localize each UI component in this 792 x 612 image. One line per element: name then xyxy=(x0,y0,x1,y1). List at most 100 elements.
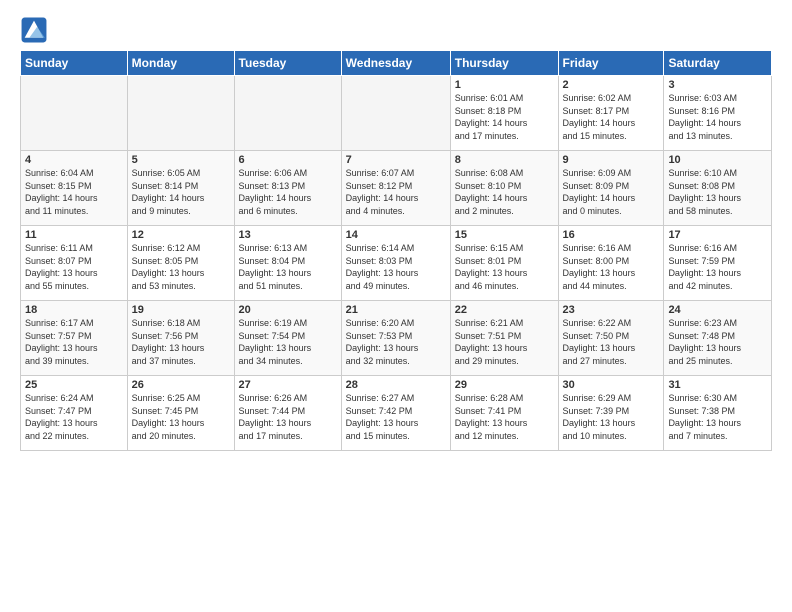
day-number: 3 xyxy=(668,79,767,91)
day-number: 5 xyxy=(132,154,230,166)
day-number: 12 xyxy=(132,229,230,241)
page: SundayMondayTuesdayWednesdayThursdayFrid… xyxy=(0,0,792,461)
calendar-cell: 21Sunrise: 6:20 AM Sunset: 7:53 PM Dayli… xyxy=(341,301,450,376)
day-info: Sunrise: 6:03 AM Sunset: 8:16 PM Dayligh… xyxy=(668,92,767,142)
calendar-cell xyxy=(127,76,234,151)
calendar-cell xyxy=(21,76,128,151)
day-info: Sunrise: 6:21 AM Sunset: 7:51 PM Dayligh… xyxy=(455,317,554,367)
day-number: 9 xyxy=(563,154,660,166)
header xyxy=(20,16,772,44)
day-number: 31 xyxy=(668,379,767,391)
day-info: Sunrise: 6:01 AM Sunset: 8:18 PM Dayligh… xyxy=(455,92,554,142)
calendar-cell: 2Sunrise: 6:02 AM Sunset: 8:17 PM Daylig… xyxy=(558,76,664,151)
day-number: 14 xyxy=(346,229,446,241)
day-number: 4 xyxy=(25,154,123,166)
day-info: Sunrise: 6:07 AM Sunset: 8:12 PM Dayligh… xyxy=(346,167,446,217)
calendar-cell: 14Sunrise: 6:14 AM Sunset: 8:03 PM Dayli… xyxy=(341,226,450,301)
day-number: 29 xyxy=(455,379,554,391)
day-number: 26 xyxy=(132,379,230,391)
day-info: Sunrise: 6:10 AM Sunset: 8:08 PM Dayligh… xyxy=(668,167,767,217)
calendar-cell: 27Sunrise: 6:26 AM Sunset: 7:44 PM Dayli… xyxy=(234,376,341,451)
weekday-thursday: Thursday xyxy=(450,51,558,76)
calendar-cell: 24Sunrise: 6:23 AM Sunset: 7:48 PM Dayli… xyxy=(664,301,772,376)
week-row-0: 1Sunrise: 6:01 AM Sunset: 8:18 PM Daylig… xyxy=(21,76,772,151)
calendar-cell: 3Sunrise: 6:03 AM Sunset: 8:16 PM Daylig… xyxy=(664,76,772,151)
day-number: 24 xyxy=(668,304,767,316)
day-number: 20 xyxy=(239,304,337,316)
calendar-cell: 18Sunrise: 6:17 AM Sunset: 7:57 PM Dayli… xyxy=(21,301,128,376)
day-number: 23 xyxy=(563,304,660,316)
weekday-saturday: Saturday xyxy=(664,51,772,76)
day-info: Sunrise: 6:29 AM Sunset: 7:39 PM Dayligh… xyxy=(563,392,660,442)
calendar-cell: 1Sunrise: 6:01 AM Sunset: 8:18 PM Daylig… xyxy=(450,76,558,151)
calendar-cell: 22Sunrise: 6:21 AM Sunset: 7:51 PM Dayli… xyxy=(450,301,558,376)
day-info: Sunrise: 6:28 AM Sunset: 7:41 PM Dayligh… xyxy=(455,392,554,442)
weekday-friday: Friday xyxy=(558,51,664,76)
day-info: Sunrise: 6:02 AM Sunset: 8:17 PM Dayligh… xyxy=(563,92,660,142)
weekday-sunday: Sunday xyxy=(21,51,128,76)
day-number: 1 xyxy=(455,79,554,91)
day-info: Sunrise: 6:25 AM Sunset: 7:45 PM Dayligh… xyxy=(132,392,230,442)
calendar-cell xyxy=(234,76,341,151)
day-number: 17 xyxy=(668,229,767,241)
day-number: 10 xyxy=(668,154,767,166)
day-info: Sunrise: 6:23 AM Sunset: 7:48 PM Dayligh… xyxy=(668,317,767,367)
calendar-cell: 9Sunrise: 6:09 AM Sunset: 8:09 PM Daylig… xyxy=(558,151,664,226)
day-info: Sunrise: 6:30 AM Sunset: 7:38 PM Dayligh… xyxy=(668,392,767,442)
day-info: Sunrise: 6:06 AM Sunset: 8:13 PM Dayligh… xyxy=(239,167,337,217)
day-info: Sunrise: 6:16 AM Sunset: 7:59 PM Dayligh… xyxy=(668,242,767,292)
calendar-cell: 15Sunrise: 6:15 AM Sunset: 8:01 PM Dayli… xyxy=(450,226,558,301)
day-info: Sunrise: 6:11 AM Sunset: 8:07 PM Dayligh… xyxy=(25,242,123,292)
day-number: 16 xyxy=(563,229,660,241)
calendar-cell: 29Sunrise: 6:28 AM Sunset: 7:41 PM Dayli… xyxy=(450,376,558,451)
calendar-cell: 20Sunrise: 6:19 AM Sunset: 7:54 PM Dayli… xyxy=(234,301,341,376)
weekday-tuesday: Tuesday xyxy=(234,51,341,76)
weekday-wednesday: Wednesday xyxy=(341,51,450,76)
weekday-monday: Monday xyxy=(127,51,234,76)
day-number: 30 xyxy=(563,379,660,391)
logo-icon xyxy=(20,16,48,44)
calendar: SundayMondayTuesdayWednesdayThursdayFrid… xyxy=(20,50,772,451)
day-info: Sunrise: 6:27 AM Sunset: 7:42 PM Dayligh… xyxy=(346,392,446,442)
calendar-cell: 25Sunrise: 6:24 AM Sunset: 7:47 PM Dayli… xyxy=(21,376,128,451)
calendar-cell xyxy=(341,76,450,151)
day-info: Sunrise: 6:12 AM Sunset: 8:05 PM Dayligh… xyxy=(132,242,230,292)
day-number: 19 xyxy=(132,304,230,316)
day-info: Sunrise: 6:26 AM Sunset: 7:44 PM Dayligh… xyxy=(239,392,337,442)
day-number: 8 xyxy=(455,154,554,166)
day-info: Sunrise: 6:09 AM Sunset: 8:09 PM Dayligh… xyxy=(563,167,660,217)
week-row-2: 11Sunrise: 6:11 AM Sunset: 8:07 PM Dayli… xyxy=(21,226,772,301)
calendar-cell: 5Sunrise: 6:05 AM Sunset: 8:14 PM Daylig… xyxy=(127,151,234,226)
day-info: Sunrise: 6:05 AM Sunset: 8:14 PM Dayligh… xyxy=(132,167,230,217)
calendar-cell: 4Sunrise: 6:04 AM Sunset: 8:15 PM Daylig… xyxy=(21,151,128,226)
logo xyxy=(20,16,52,44)
day-number: 28 xyxy=(346,379,446,391)
week-row-1: 4Sunrise: 6:04 AM Sunset: 8:15 PM Daylig… xyxy=(21,151,772,226)
day-number: 18 xyxy=(25,304,123,316)
calendar-cell: 7Sunrise: 6:07 AM Sunset: 8:12 PM Daylig… xyxy=(341,151,450,226)
day-info: Sunrise: 6:22 AM Sunset: 7:50 PM Dayligh… xyxy=(563,317,660,367)
calendar-cell: 30Sunrise: 6:29 AM Sunset: 7:39 PM Dayli… xyxy=(558,376,664,451)
day-info: Sunrise: 6:13 AM Sunset: 8:04 PM Dayligh… xyxy=(239,242,337,292)
day-number: 7 xyxy=(346,154,446,166)
day-number: 2 xyxy=(563,79,660,91)
day-number: 15 xyxy=(455,229,554,241)
day-info: Sunrise: 6:19 AM Sunset: 7:54 PM Dayligh… xyxy=(239,317,337,367)
day-info: Sunrise: 6:20 AM Sunset: 7:53 PM Dayligh… xyxy=(346,317,446,367)
calendar-cell: 8Sunrise: 6:08 AM Sunset: 8:10 PM Daylig… xyxy=(450,151,558,226)
day-number: 22 xyxy=(455,304,554,316)
calendar-cell: 11Sunrise: 6:11 AM Sunset: 8:07 PM Dayli… xyxy=(21,226,128,301)
calendar-cell: 26Sunrise: 6:25 AM Sunset: 7:45 PM Dayli… xyxy=(127,376,234,451)
day-info: Sunrise: 6:18 AM Sunset: 7:56 PM Dayligh… xyxy=(132,317,230,367)
calendar-cell: 13Sunrise: 6:13 AM Sunset: 8:04 PM Dayli… xyxy=(234,226,341,301)
day-info: Sunrise: 6:04 AM Sunset: 8:15 PM Dayligh… xyxy=(25,167,123,217)
day-info: Sunrise: 6:16 AM Sunset: 8:00 PM Dayligh… xyxy=(563,242,660,292)
day-info: Sunrise: 6:24 AM Sunset: 7:47 PM Dayligh… xyxy=(25,392,123,442)
calendar-cell: 12Sunrise: 6:12 AM Sunset: 8:05 PM Dayli… xyxy=(127,226,234,301)
day-number: 6 xyxy=(239,154,337,166)
calendar-cell: 6Sunrise: 6:06 AM Sunset: 8:13 PM Daylig… xyxy=(234,151,341,226)
day-number: 25 xyxy=(25,379,123,391)
day-info: Sunrise: 6:08 AM Sunset: 8:10 PM Dayligh… xyxy=(455,167,554,217)
weekday-header-row: SundayMondayTuesdayWednesdayThursdayFrid… xyxy=(21,51,772,76)
day-number: 27 xyxy=(239,379,337,391)
